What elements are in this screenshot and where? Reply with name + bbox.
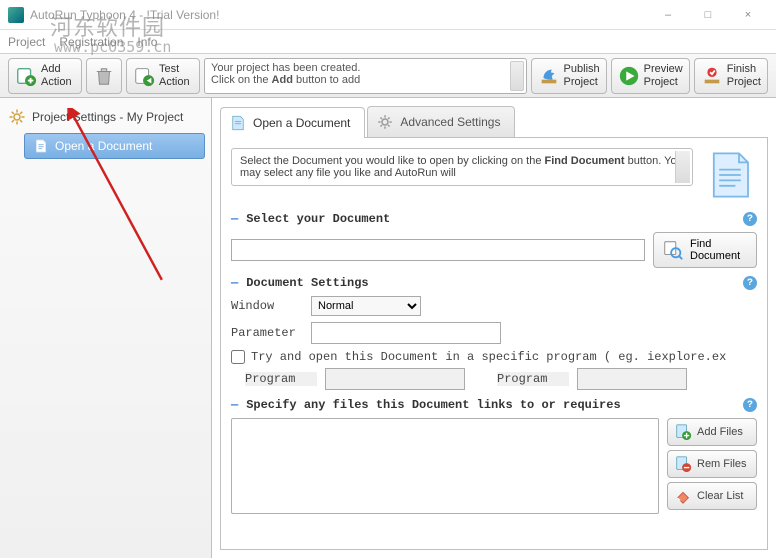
minimize-button[interactable]: –: [648, 1, 688, 29]
help-icon[interactable]: ?: [743, 212, 757, 226]
search-icon: [662, 239, 684, 261]
menu-info[interactable]: Info: [137, 35, 157, 49]
add-label-1: Add: [41, 63, 72, 75]
publish-label-2: Project: [564, 76, 600, 88]
test-action-button[interactable]: Test Action: [126, 58, 200, 94]
clear-list-button[interactable]: Clear List: [667, 482, 757, 510]
info-scrollbar[interactable]: [675, 151, 690, 183]
document-icon: [229, 114, 247, 132]
tab-label: Open a Document: [253, 116, 350, 130]
add-label-2: Action: [41, 76, 72, 88]
test-icon: [133, 65, 155, 87]
add-action-button[interactable]: Add Action: [8, 58, 82, 94]
sidebar-item-label: Open a Document: [55, 139, 152, 153]
program-input: [325, 368, 465, 390]
add-files-button[interactable]: Add Files: [667, 418, 757, 446]
sidebar: Project Settings - My Project Open a Doc…: [0, 98, 212, 558]
find-document-button[interactable]: Find Document: [653, 232, 757, 268]
project-settings-node[interactable]: Project Settings - My Project: [6, 104, 205, 130]
publish-project-button[interactable]: Publish Project: [531, 58, 607, 94]
main-panel: Open a Document Advanced Settings Select…: [212, 98, 776, 558]
project-settings-label: Project Settings - My Project: [32, 110, 183, 124]
section-select-document: — Select your Document ?: [231, 212, 757, 226]
publish-label-1: Publish: [564, 63, 600, 75]
preview-project-button[interactable]: Preview Project: [611, 58, 690, 94]
info-text: Select the Document you would like to op…: [231, 148, 693, 186]
section-linked-files: — Specify any files this Document links …: [231, 398, 757, 412]
tab-label: Advanced Settings: [400, 115, 500, 129]
add-icon: [15, 65, 37, 87]
remove-file-icon: [674, 455, 692, 473]
parameter-input[interactable]: [311, 322, 501, 344]
gear-icon: [376, 113, 394, 131]
help-icon[interactable]: ?: [743, 398, 757, 412]
document-path-input[interactable]: [231, 239, 645, 261]
app-icon: [8, 7, 24, 23]
tab-advanced-settings[interactable]: Advanced Settings: [367, 106, 515, 137]
window-mode-select[interactable]: Normal: [311, 296, 421, 316]
content-area: Project Settings - My Project Open a Doc…: [0, 98, 776, 558]
status-line-1: Your project has been created.: [211, 62, 520, 74]
gear-icon: [8, 108, 26, 126]
finish-icon: [701, 65, 723, 87]
linked-files-listbox[interactable]: [231, 418, 659, 514]
status-message: Your project has been created. Click on …: [204, 58, 527, 94]
finish-label-2: Project: [727, 76, 761, 88]
publish-icon: [538, 65, 560, 87]
add-file-icon: [674, 423, 692, 441]
maximize-button[interactable]: □: [688, 1, 728, 29]
document-large-icon: [703, 148, 757, 202]
toolbar: Add Action Test Action Your project has …: [0, 54, 776, 98]
eraser-icon: [674, 487, 692, 505]
tabs: Open a Document Advanced Settings: [220, 106, 768, 138]
window-controls: – □ ×: [648, 1, 768, 29]
window-title: AutoRun Typhoon 4 - !Trial Version!: [30, 8, 648, 22]
program-input-2: [577, 368, 687, 390]
section-document-settings: — Document Settings ?: [231, 276, 757, 290]
delete-button[interactable]: [86, 58, 122, 94]
parameter-label: Parameter: [231, 326, 303, 340]
window-label: Window: [231, 299, 303, 313]
status-line-2: Click on the Add button to add: [211, 74, 520, 86]
menu-project[interactable]: Project: [8, 35, 45, 49]
program-label: Program: [245, 372, 317, 386]
sidebar-item-open-document[interactable]: Open a Document: [24, 133, 205, 159]
remove-files-button[interactable]: Rem Files: [667, 450, 757, 478]
finish-label-1: Finish: [727, 63, 761, 75]
menubar: Project Registration Info: [0, 30, 776, 54]
test-label-1: Test: [159, 63, 190, 75]
message-scrollbar[interactable]: [510, 61, 524, 91]
titlebar: AutoRun Typhoon 4 - !Trial Version! – □ …: [0, 0, 776, 30]
close-button[interactable]: ×: [728, 1, 768, 29]
play-icon: [618, 65, 640, 87]
menu-registration[interactable]: Registration: [59, 35, 123, 49]
document-icon: [33, 138, 49, 154]
try-open-checkbox[interactable]: [231, 350, 245, 364]
try-open-label: Try and open this Document in a specific…: [251, 350, 726, 364]
finish-project-button[interactable]: Finish Project: [694, 58, 768, 94]
test-label-2: Action: [159, 76, 190, 88]
panel-body: Select the Document you would like to op…: [220, 138, 768, 550]
help-icon[interactable]: ?: [743, 276, 757, 290]
trash-icon: [93, 65, 115, 87]
preview-label-2: Project: [644, 76, 683, 88]
preview-label-1: Preview: [644, 63, 683, 75]
tab-open-document[interactable]: Open a Document: [220, 107, 365, 138]
program-label-2: Program: [497, 372, 569, 386]
